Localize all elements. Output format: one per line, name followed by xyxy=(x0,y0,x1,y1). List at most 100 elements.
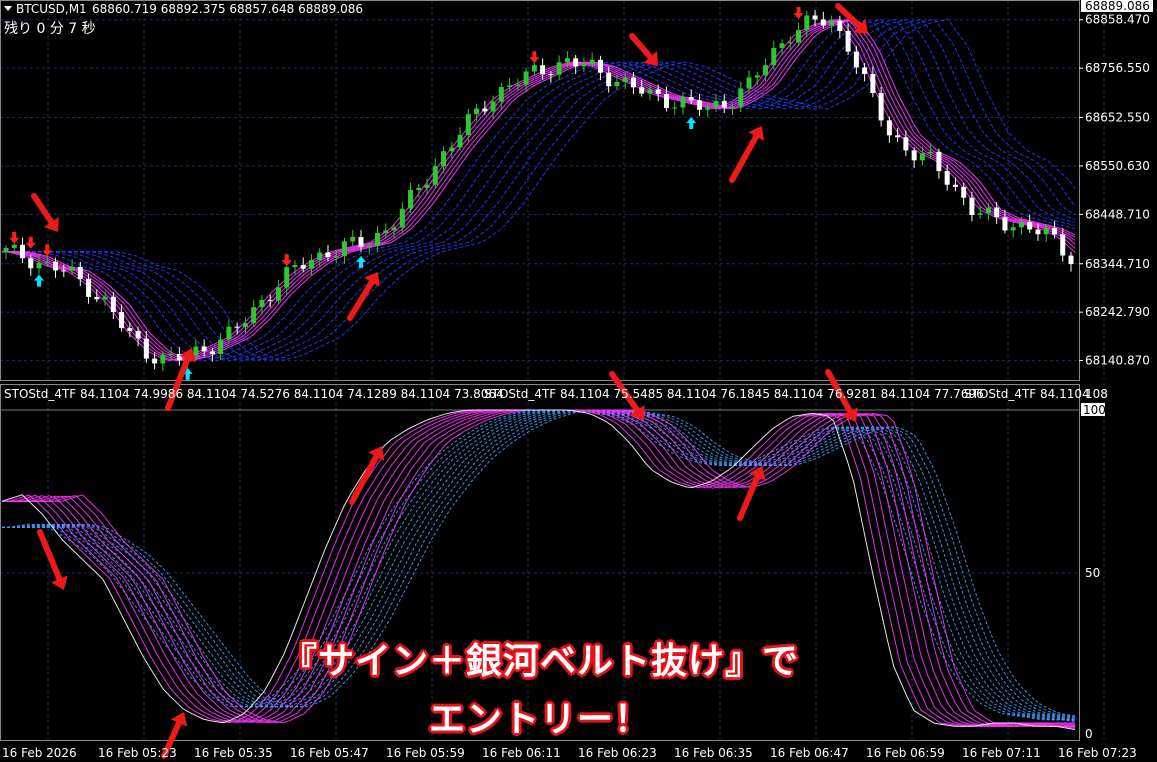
candle-body xyxy=(317,252,323,261)
candle-body xyxy=(218,339,224,355)
candle-body xyxy=(1068,255,1074,265)
candle-body xyxy=(242,323,248,327)
candle-body xyxy=(127,328,133,331)
candle-body xyxy=(862,67,868,74)
candle-body xyxy=(556,62,562,75)
candle-body xyxy=(837,20,843,31)
buy-signal-arrow xyxy=(686,116,697,129)
buy-signal-arrow xyxy=(356,255,366,268)
candle-body xyxy=(77,266,83,279)
candle-body xyxy=(416,187,422,191)
candle-body xyxy=(152,358,158,364)
candle-body xyxy=(53,261,59,271)
annotation-arrow xyxy=(349,446,385,505)
candle-body xyxy=(143,338,149,359)
price-tick-label: 68652.550 xyxy=(1085,111,1150,125)
candle-body xyxy=(804,15,810,31)
candle-body xyxy=(1051,228,1057,235)
candle-body xyxy=(688,97,694,101)
annotation-arrow xyxy=(347,272,380,321)
candle-body xyxy=(1027,222,1033,230)
time-tick-label: 16 Feb 05:35 xyxy=(194,746,273,760)
candle-body xyxy=(465,114,471,135)
ohlc-label: 68860.719 68892.375 68857.648 68889.086 xyxy=(92,2,363,16)
timer-label: 残り 0 分 7 秒 xyxy=(4,21,96,37)
candle-body xyxy=(853,51,859,68)
candle-body xyxy=(383,230,389,233)
indicator-label-2: STOStd_4TF 84.1104 75.5485 84.1104 76.18… xyxy=(484,387,984,401)
candle-body xyxy=(919,153,925,161)
candle-body xyxy=(358,236,364,247)
candle-body xyxy=(531,65,537,72)
time-tick-label: 16 Feb 06:23 xyxy=(578,746,657,760)
sell-signal-arrow xyxy=(25,236,36,249)
candle-body xyxy=(779,43,785,49)
candle-body xyxy=(201,346,207,352)
annotation-arrow-shaft xyxy=(629,33,654,60)
main-frame xyxy=(0,0,1080,381)
time-tick-label: 16 Feb 06:35 xyxy=(674,746,753,760)
candle-body xyxy=(548,74,554,76)
price-tick-label: 68242.790 xyxy=(1085,305,1150,319)
time-tick-label: 16 Feb 05:23 xyxy=(98,746,177,760)
candle-body xyxy=(581,64,587,67)
candle-body xyxy=(895,135,901,138)
candle-body xyxy=(119,311,125,329)
annotation-arrow xyxy=(737,466,766,521)
candle-body xyxy=(259,299,265,308)
candle-body xyxy=(1018,222,1024,228)
candle-body xyxy=(655,89,661,94)
candle-body xyxy=(672,107,678,109)
caption-line-1: 『サイン＋銀河ベルト抜け』で xyxy=(280,641,799,682)
level-100-label: 100 xyxy=(1083,403,1106,417)
candle-body xyxy=(1060,234,1066,256)
price-tick-label: 68448.710 xyxy=(1085,207,1150,221)
slow-ribbon xyxy=(2,18,1076,362)
candle-body xyxy=(622,77,628,83)
time-tick-label: 16 Feb 07:23 xyxy=(1058,746,1137,760)
candle-body xyxy=(441,151,447,167)
annotation-arrow-shaft xyxy=(37,529,63,582)
candle-body xyxy=(11,244,17,248)
candle-body xyxy=(94,296,100,300)
candle-body xyxy=(375,232,381,247)
candle-body xyxy=(515,84,521,86)
candle-body xyxy=(829,20,835,26)
symbol-label: BTCUSD,M1 xyxy=(16,2,87,16)
candle-body xyxy=(86,278,92,297)
candle-body xyxy=(1010,227,1016,231)
candle-body xyxy=(457,134,463,148)
slow-ribbon-line xyxy=(2,19,1076,362)
fast-ribbon-line xyxy=(2,18,1076,361)
candle-body xyxy=(696,100,702,110)
candle-body xyxy=(796,30,802,43)
candle-body xyxy=(573,58,579,67)
annotation-arrow xyxy=(629,33,658,66)
candle-body xyxy=(341,241,347,257)
candle-body xyxy=(523,71,529,85)
candle-body xyxy=(903,137,909,151)
slow-ribbon-line xyxy=(2,18,1076,361)
candle-body xyxy=(680,97,686,108)
candle-body xyxy=(432,166,438,185)
candle-body xyxy=(713,101,719,108)
indicator-label: STOStd_4TF 84.1104 74.9986 84.1104 74.52… xyxy=(4,387,504,401)
candle-body xyxy=(936,151,942,172)
price-tick-label: 68756.550 xyxy=(1085,61,1150,75)
candle-body xyxy=(275,287,281,301)
candle-body xyxy=(911,150,917,161)
price-tick-label: 68550.630 xyxy=(1085,159,1150,173)
candle-body xyxy=(994,207,1000,218)
candle-body xyxy=(474,108,480,115)
candle-body xyxy=(705,107,711,110)
time-tick-label: 16 Feb 05:59 xyxy=(386,746,465,760)
candle-body xyxy=(28,258,34,269)
time-tick-label: 16 Feb 06:59 xyxy=(866,746,945,760)
candle-body xyxy=(61,270,67,272)
candle-body xyxy=(160,354,166,364)
candle-body xyxy=(350,236,356,242)
candle-body xyxy=(168,353,174,355)
sell-signal-arrow xyxy=(529,51,540,64)
sell-signal-arrow xyxy=(281,254,292,267)
level-50-label: 50 xyxy=(1085,566,1100,580)
